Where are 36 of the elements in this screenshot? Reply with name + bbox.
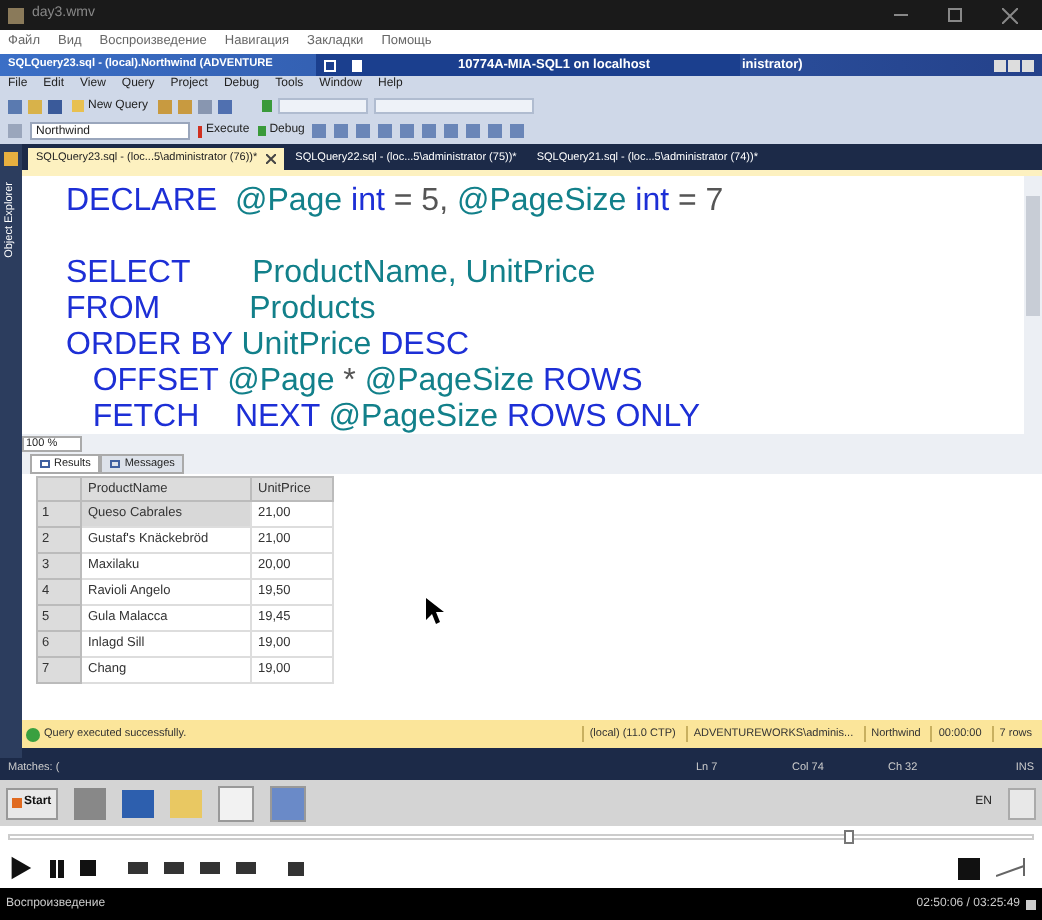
code-token: = 7	[677, 184, 724, 218]
code-token: ORDER BY	[66, 328, 235, 362]
dropdown-field[interactable]	[374, 98, 535, 114]
scrollbar-thumb[interactable]	[1026, 196, 1040, 316]
code-editor[interactable]: DECLARE @Page int = 5, @PageSize int = 7 SELECT ProductName, UnitPrice FROM Products ORDER BY UnitPrice DESC OFFSET @Page * @PageSize ROWS FETCH NEXT @PageSize ROWS ONLY	[22, 170, 1042, 434]
code-token: UnitPrice	[241, 328, 374, 362]
code-token: @Page	[227, 364, 337, 398]
dropdown-field[interactable]	[278, 98, 369, 114]
pause-icon[interactable]	[50, 859, 64, 877]
code-token: *	[343, 364, 358, 398]
corner-cell	[37, 477, 81, 501]
code-token: FETCH NEXT	[90, 400, 322, 434]
code-token: FROM	[66, 292, 163, 326]
success-icon	[26, 727, 40, 741]
maximize-icon[interactable]	[948, 8, 962, 22]
code-token: int	[351, 184, 387, 218]
code-token: SELECT	[66, 256, 192, 290]
seek-track[interactable]	[8, 834, 1034, 840]
code-token: @Page	[234, 184, 345, 218]
mouse-pointer-icon	[426, 598, 444, 624]
grid-icon	[40, 460, 50, 468]
code-token: ROWS	[543, 364, 643, 398]
code-token: ProductName, UnitPrice	[252, 256, 596, 290]
code-token: DESC	[380, 328, 470, 362]
code-token: @PageSize	[364, 364, 537, 398]
code-token: OFFSET	[90, 364, 221, 398]
code-token: @PageSize	[456, 184, 629, 218]
code-token: Products	[249, 292, 376, 326]
code-token: ROWS ONLY	[506, 400, 701, 434]
code-token: = 5,	[393, 184, 451, 218]
code-token: int	[635, 184, 672, 218]
code-token: DECLARE	[66, 184, 220, 218]
grid-icon	[110, 460, 121, 468]
scrollbar-track[interactable]	[1024, 176, 1042, 434]
code-token: @PageSize	[328, 400, 501, 434]
seek-thumb[interactable]	[844, 830, 855, 844]
